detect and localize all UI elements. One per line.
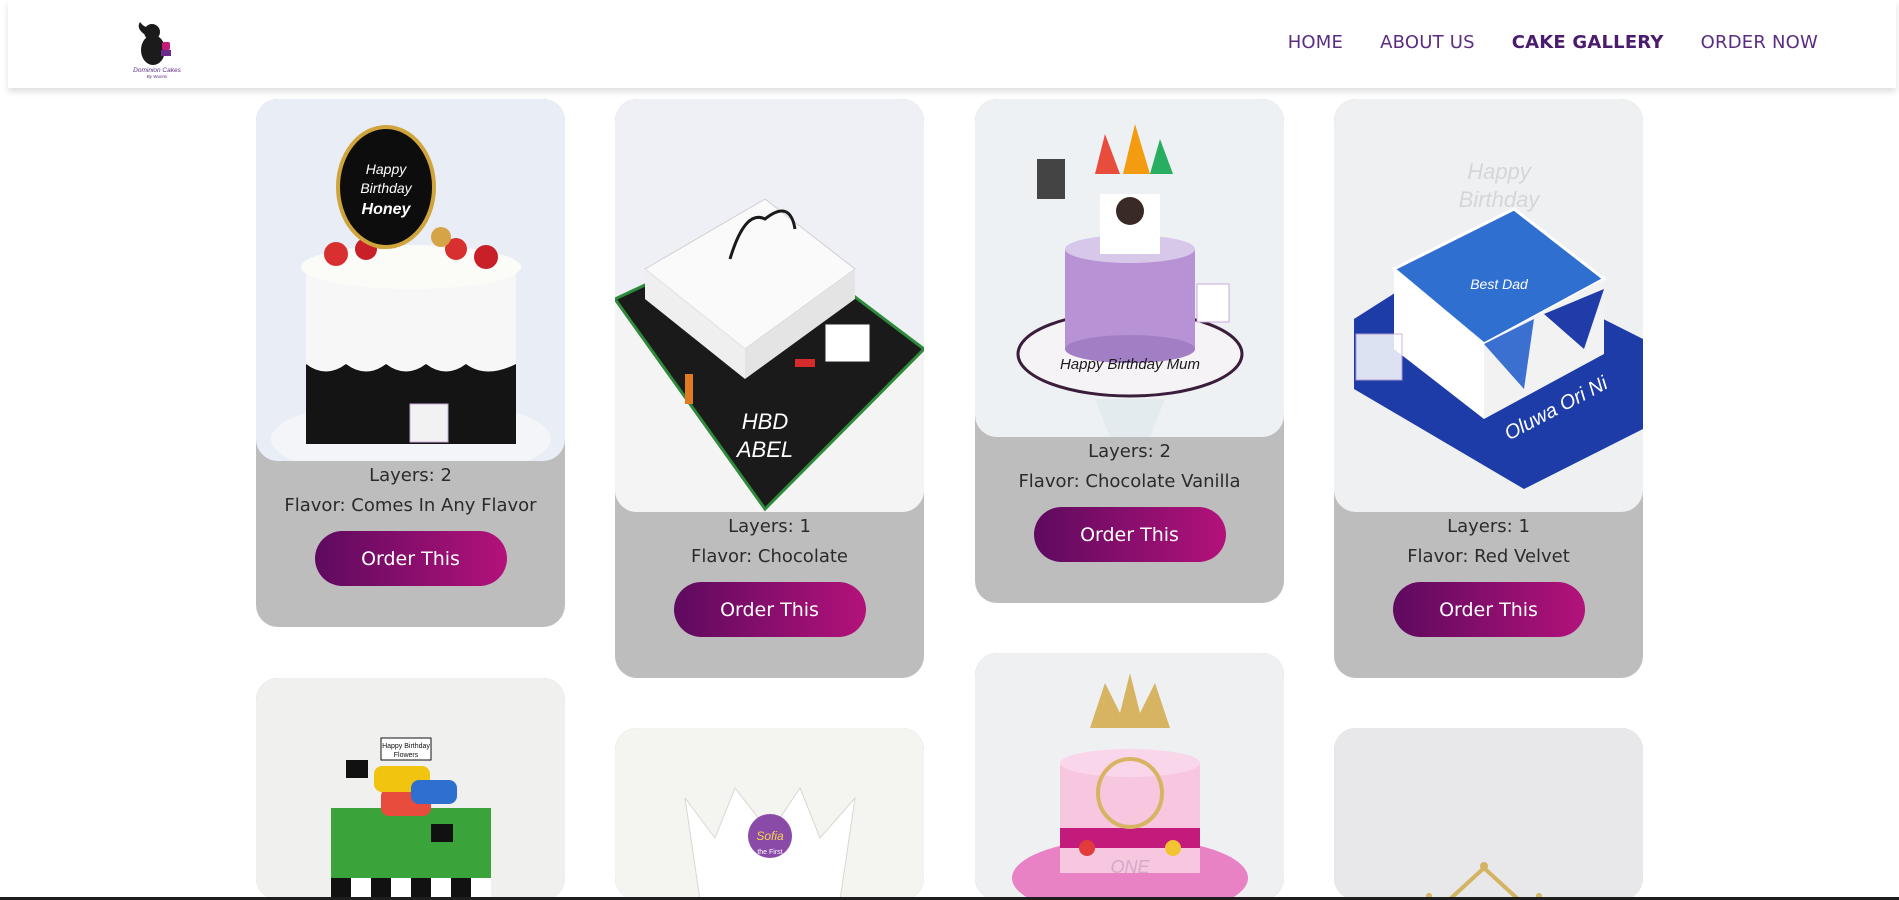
cake-card: [1334, 728, 1643, 900]
cake-card: Happy Birthday Best Dad Oluwa Ori Ni Lay…: [1334, 99, 1643, 678]
cake-info: Layers: 1 Flavor: Red Velvet Order This: [1334, 512, 1643, 637]
order-this-button[interactable]: Order This: [673, 582, 866, 637]
cake-info: Layers: 2 Flavor: Comes In Any Flavor Or…: [256, 461, 565, 586]
cake-image[interactable]: Sofia the First: [615, 728, 924, 900]
cake-image[interactable]: [1334, 728, 1643, 900]
cake-text: the First: [757, 849, 782, 856]
cake-card: Happy Birthday Honey Layers: 2 Flavor: C…: [256, 99, 565, 627]
cake-image[interactable]: HBD ABEL: [615, 99, 924, 512]
cake-text: Happy: [366, 161, 407, 177]
cake-image[interactable]: Happy Birthday Flowers: [256, 678, 565, 900]
cake-text: ONE: [1110, 857, 1150, 877]
nav-order-now[interactable]: ORDER NOW: [1701, 32, 1818, 53]
cake-card: Sofia the First: [615, 728, 924, 900]
brand-logo[interactable]: Dominion Cakes By Wunmi: [126, 20, 188, 80]
cake-text: Birthday: [360, 180, 412, 196]
cake-image[interactable]: ONE: [975, 653, 1284, 900]
cake-text: Flowers: [394, 752, 419, 759]
cake-image[interactable]: Happy Birthday Mum: [975, 99, 1284, 437]
logo-brand-text: Dominion Cakes: [133, 67, 181, 74]
cake-flavor: Flavor: Red Velvet: [1407, 546, 1570, 567]
cake-layers: Layers: 2: [369, 465, 452, 486]
cake-info: Layers: 1 Flavor: Chocolate Order This: [615, 512, 924, 637]
cake-text: Happy: [1467, 159, 1533, 184]
cake-text: Honey: [362, 201, 412, 218]
cake-text: Sofia: [756, 829, 784, 843]
cake-image[interactable]: Happy Birthday Best Dad Oluwa Ori Ni: [1334, 99, 1643, 512]
nav-home[interactable]: HOME: [1288, 32, 1343, 53]
nav-about-us[interactable]: ABOUT US: [1380, 32, 1475, 53]
nav-cake-gallery[interactable]: CAKE GALLERY: [1512, 32, 1664, 53]
cake-info: Layers: 2 Flavor: Chocolate Vanilla Orde…: [975, 437, 1284, 562]
cake-text: ABEL: [735, 437, 793, 462]
cake-flavor: Flavor: Comes In Any Flavor: [284, 495, 537, 516]
cake-text: Happy Birthday: [382, 743, 430, 750]
order-this-button[interactable]: Order This: [1033, 507, 1226, 562]
cake-flavor: Flavor: Chocolate Vanilla: [1018, 471, 1241, 492]
site-header: Dominion Cakes By Wunmi HOME ABOUT US CA…: [8, 0, 1896, 88]
cake-text: Happy Birthday Mum: [1060, 356, 1200, 373]
cake-flavor: Flavor: Chocolate: [691, 546, 848, 567]
logo-brand-sub: By Wunmi: [147, 74, 169, 79]
cake-layers: Layers: 2: [1088, 441, 1171, 462]
cake-layers: Layers: 1: [1447, 516, 1530, 537]
order-this-button[interactable]: Order This: [1392, 582, 1585, 637]
cake-card: ONE: [975, 653, 1284, 900]
cake-card: HBD ABEL Layers: 1 Flavor: Chocolate Ord…: [615, 99, 924, 678]
cake-image[interactable]: Happy Birthday Honey: [256, 99, 565, 461]
cake-card: Happy Birthday Flowers: [256, 678, 565, 900]
cake-text: Birthday: [1459, 187, 1542, 212]
order-this-button[interactable]: Order This: [314, 531, 507, 586]
cake-text: HBD: [742, 409, 789, 434]
cake-text: Best Dad: [1470, 276, 1529, 292]
cake-layers: Layers: 1: [728, 516, 811, 537]
main-nav: HOME ABOUT US CAKE GALLERY ORDER NOW: [1251, 32, 1818, 53]
cake-card: Happy Birthday Mum Layers: 2 Flavor: Cho…: [975, 99, 1284, 603]
